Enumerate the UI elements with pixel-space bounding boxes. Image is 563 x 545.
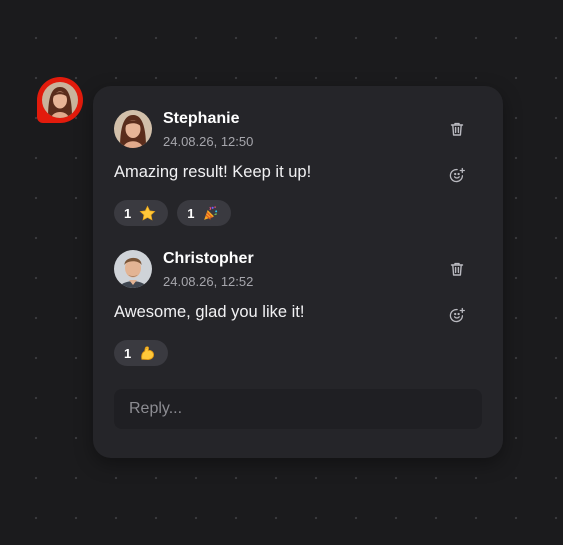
comment-header: Christopher 24.08.26, 12:52: [114, 250, 482, 290]
add-reaction-button[interactable]: [446, 304, 468, 326]
comment-author: Stephanie: [163, 110, 240, 127]
comment-thread-card: Stephanie 24.08.26, 12:50 Amazing result…: [93, 86, 503, 458]
flexed-biceps-icon: [139, 345, 156, 362]
delete-comment-button[interactable]: [446, 118, 468, 140]
comment-header: Stephanie 24.08.26, 12:50: [114, 110, 482, 150]
comment-text: Awesome, glad you like it!: [114, 303, 305, 321]
comment-author: Christopher: [163, 250, 254, 267]
comment-timestamp: 24.08.26, 12:52: [163, 274, 254, 289]
comment-text: Amazing result! Keep it up!: [114, 163, 312, 181]
reaction-star[interactable]: 1: [114, 200, 169, 226]
trash-icon: [450, 262, 464, 276]
avatar: [114, 250, 152, 288]
reaction-count: 1: [124, 205, 132, 221]
party-popper-icon: [202, 205, 219, 222]
comment-pin[interactable]: [37, 77, 83, 123]
star-icon: [139, 204, 156, 222]
reaction-count: 1: [124, 345, 132, 361]
avatar: [114, 110, 152, 148]
reply-input[interactable]: [114, 389, 482, 429]
add-reaction-button[interactable]: [446, 164, 468, 186]
reaction-party-popper[interactable]: 1: [177, 200, 232, 226]
add-emoji-icon: [449, 167, 465, 182]
delete-comment-button[interactable]: [446, 258, 468, 280]
reactions-row: 1: [114, 340, 169, 366]
comment: Stephanie 24.08.26, 12:50 Amazing result…: [114, 110, 482, 226]
reactions-row: 1 1: [114, 200, 232, 226]
reaction-flexed-biceps[interactable]: 1: [114, 340, 169, 366]
add-emoji-icon: [449, 307, 465, 322]
comment-timestamp: 24.08.26, 12:50: [163, 134, 254, 149]
reaction-count: 1: [187, 205, 195, 221]
pin-avatar: [42, 82, 78, 118]
comment: Christopher 24.08.26, 12:52 Awesome, gla…: [114, 250, 482, 366]
trash-icon: [450, 122, 464, 136]
